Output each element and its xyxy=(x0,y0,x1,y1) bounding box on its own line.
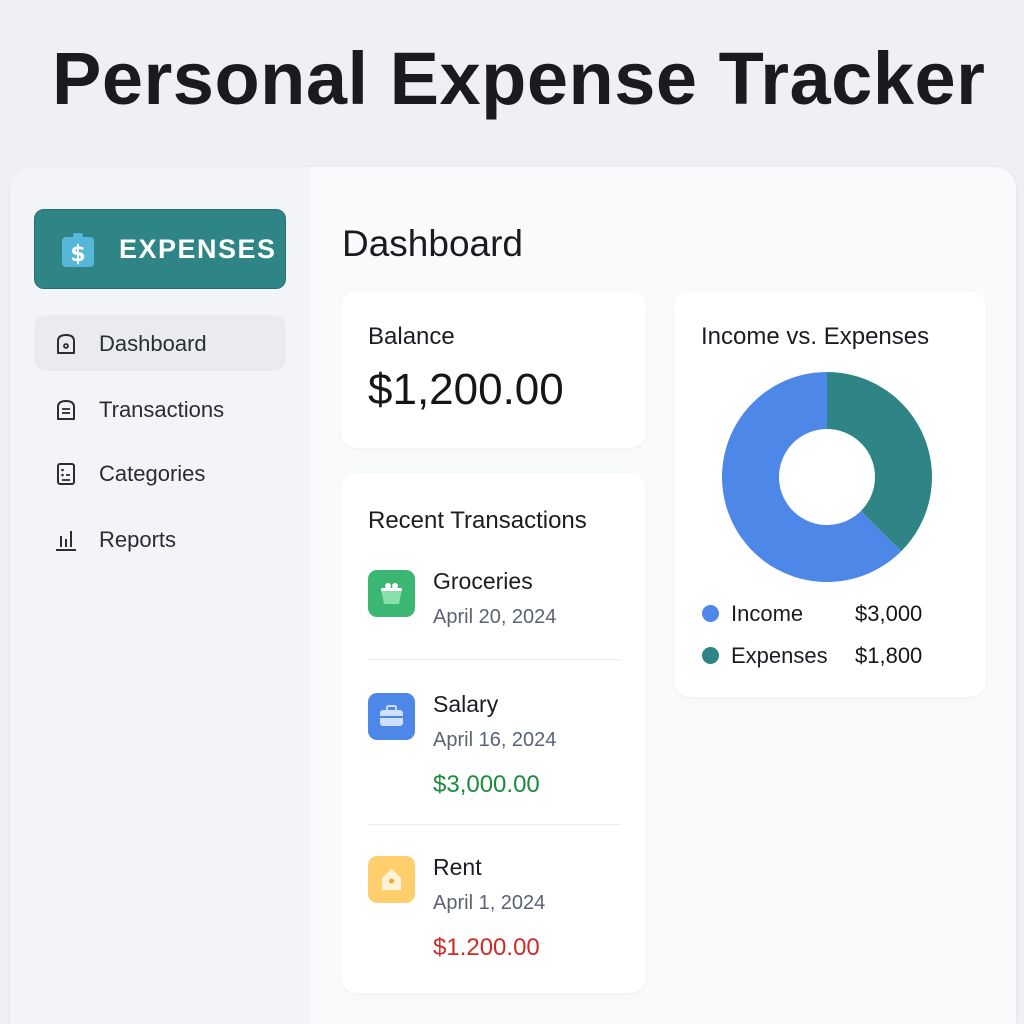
divider xyxy=(368,659,621,660)
transaction-name: Salary xyxy=(433,691,499,717)
balance-card: Balance $1,200.00 xyxy=(341,291,646,448)
bar-chart-icon xyxy=(56,531,76,551)
legend-dot xyxy=(702,647,719,664)
basket-icon xyxy=(368,570,415,617)
income-expenses-card: Income vs. Expenses Income $3,000 Expens… xyxy=(674,291,986,697)
brand-logo[interactable]: $ EXPENSES xyxy=(34,209,286,289)
transaction-name: Groceries xyxy=(433,568,533,594)
home-icon xyxy=(57,334,75,354)
legend-label: Income xyxy=(731,601,804,626)
transaction-item-salary[interactable]: Salary April 16, 2024 $3,000.00 xyxy=(341,691,646,833)
recent-transactions-title: Recent Transactions xyxy=(368,507,587,534)
sidebar-item-dashboard[interactable]: Dashboard xyxy=(34,315,286,371)
transaction-amount: $1.200.00 xyxy=(433,934,540,961)
legend-value: $3,000 xyxy=(855,601,923,626)
balance-label: Balance xyxy=(368,323,455,350)
legend-value: $1,800 xyxy=(855,643,923,668)
sidebar-item-label: Transactions xyxy=(99,397,225,422)
dollar-tag-icon: $ xyxy=(62,233,94,267)
sidebar-item-reports[interactable]: Reports xyxy=(34,511,286,567)
balance-value: $1,200.00 xyxy=(368,365,564,414)
transaction-name: Rent xyxy=(433,854,482,880)
legend-item-expenses: Expenses $1,800 xyxy=(702,641,962,671)
main-content: Dashboard Balance $1,200.00 Recent Trans… xyxy=(310,167,1016,1024)
transaction-date: April 20, 2024 xyxy=(433,606,557,628)
list-icon xyxy=(57,400,75,420)
sidebar: $ EXPENSES Dashboard Transactions Catego… xyxy=(10,167,310,1024)
chart-title: Income vs. Expenses xyxy=(701,323,930,350)
income-expenses-donut-chart xyxy=(722,372,932,582)
page-title: Personal Expense Tracker xyxy=(52,37,986,120)
legend-item-income: Income $3,000 xyxy=(702,599,962,629)
app-window: $ EXPENSES Dashboard Transactions Catego… xyxy=(10,167,1016,1024)
legend-label: Expenses xyxy=(731,643,828,668)
transaction-item-groceries[interactable]: Groceries April 20, 2024 xyxy=(341,568,646,710)
transaction-date: April 16, 2024 xyxy=(433,729,557,751)
briefcase-icon xyxy=(368,693,415,740)
svg-text:$: $ xyxy=(70,242,85,267)
sidebar-item-transactions[interactable]: Transactions xyxy=(34,381,286,437)
transaction-date: April 1, 2024 xyxy=(433,892,546,914)
brand-label: EXPENSES xyxy=(119,234,277,264)
legend-dot xyxy=(702,605,719,622)
dashboard-title: Dashboard xyxy=(342,223,524,264)
sidebar-item-label: Dashboard xyxy=(99,331,207,356)
sidebar-item-label: Categories xyxy=(99,461,206,486)
house-icon xyxy=(368,856,415,903)
categories-icon xyxy=(57,463,75,485)
recent-transactions-card: Recent Transactions Groceries April 20, … xyxy=(341,473,646,993)
transaction-item-rent[interactable]: Rent April 1, 2024 $1.200.00 xyxy=(341,854,646,996)
transaction-amount: $3,000.00 xyxy=(433,771,540,798)
sidebar-item-categories[interactable]: Categories xyxy=(34,445,286,501)
sidebar-item-label: Reports xyxy=(99,527,177,552)
divider xyxy=(368,824,621,825)
